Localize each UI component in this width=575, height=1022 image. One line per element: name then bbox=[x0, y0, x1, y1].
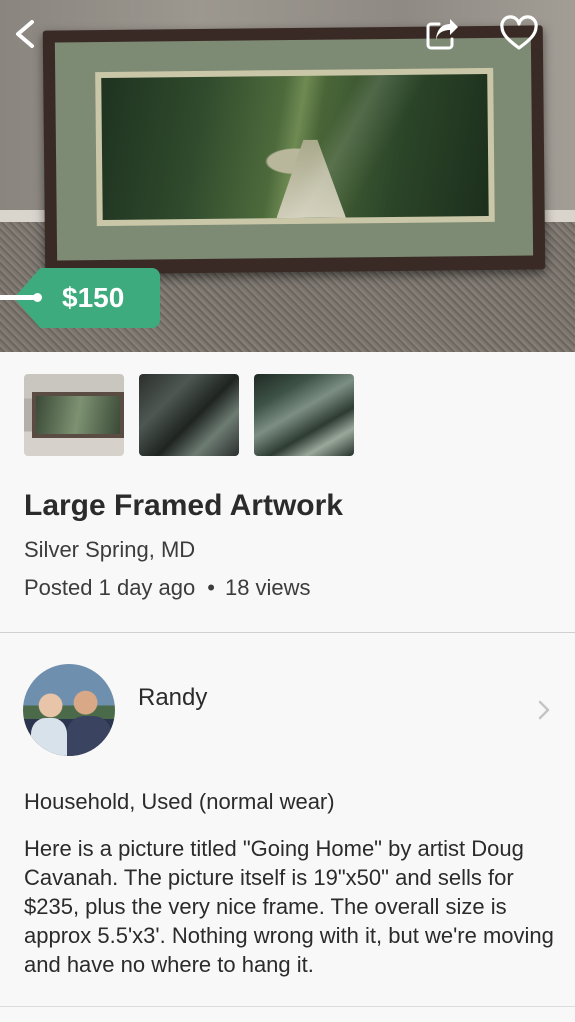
listing-location: Silver Spring, MD bbox=[24, 537, 196, 562]
photo-glare bbox=[101, 73, 489, 221]
thumbnail-1[interactable] bbox=[24, 374, 124, 456]
price-tag-string bbox=[0, 295, 36, 300]
photo-inner-mat bbox=[95, 67, 495, 227]
listing-condition: Household, Used (normal wear) bbox=[24, 789, 335, 814]
thumbnail-3[interactable] bbox=[254, 374, 354, 456]
seller-avatar bbox=[23, 664, 115, 756]
seller-name: Randy bbox=[138, 684, 208, 711]
back-button[interactable] bbox=[8, 14, 42, 54]
photo-artwork bbox=[101, 73, 489, 221]
listing-meta: Posted 1 day ago • 18 views bbox=[24, 575, 311, 601]
chevron-left-icon bbox=[16, 20, 34, 48]
section-divider bbox=[0, 632, 575, 633]
price-tag: $150 bbox=[0, 268, 160, 328]
share-button[interactable] bbox=[422, 14, 462, 54]
meta-separator: • bbox=[207, 575, 215, 600]
posted-time: Posted 1 day ago bbox=[24, 575, 196, 600]
photo-frame bbox=[42, 25, 546, 275]
heart-outline-icon bbox=[500, 15, 538, 50]
listing-title: Large Framed Artwork bbox=[24, 489, 343, 522]
listing-description: Here is a picture titled "Going Home" by… bbox=[24, 836, 554, 977]
photo-mat bbox=[54, 37, 534, 261]
share-icon bbox=[426, 19, 458, 50]
bottom-divider bbox=[0, 1006, 575, 1007]
favorite-button[interactable] bbox=[498, 14, 540, 54]
seller-row[interactable]: Randy bbox=[0, 660, 575, 760]
listing-hero-photo[interactable]: $150 bbox=[0, 0, 575, 352]
view-count: 18 views bbox=[224, 575, 311, 600]
chevron-right-icon bbox=[538, 700, 550, 720]
thumbnail-2[interactable] bbox=[139, 374, 239, 456]
price-label: $150 bbox=[62, 282, 125, 313]
price-tag-hole bbox=[33, 293, 42, 302]
thumbnail-strip bbox=[24, 374, 354, 456]
